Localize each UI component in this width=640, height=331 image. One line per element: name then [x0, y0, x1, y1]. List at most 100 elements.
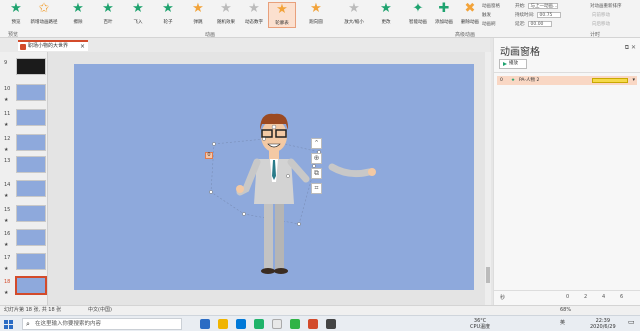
slide-thumbnail[interactable]: 9	[4, 58, 46, 80]
character-illustration[interactable]	[74, 64, 474, 290]
slide-count: 幻灯片第 18 张, 共 18 张	[4, 307, 62, 313]
editor-vertical-scrollbar[interactable]	[485, 52, 491, 305]
slide-thumbnail-selected[interactable]: 18 ★	[4, 276, 47, 299]
play-icon	[503, 62, 507, 66]
star-icon: ★	[72, 1, 84, 16]
ime-indicator[interactable]: 英	[560, 320, 565, 326]
effect-zoom-button[interactable]: ★ 放大/缩小	[340, 2, 368, 28]
anim-painter-button[interactable]: 动画刷	[482, 21, 496, 27]
group-advanced-label: 高级动画	[455, 32, 476, 38]
effect-outline-button[interactable]: ★ 轮廓表	[268, 2, 296, 28]
slide-thumbnail[interactable]: 14 ★	[4, 180, 46, 202]
copy-icon[interactable]: ⧉	[311, 168, 322, 179]
windows-taskbar: ⌕ 在这里输入你要搜索的内容 36°C CPU温度 英 22:39 2020/6/2…	[0, 315, 640, 331]
clock[interactable]: 22:39 2020/6/29	[590, 318, 616, 330]
slide-thumbnail[interactable]: 11 ★	[4, 109, 46, 131]
star-icon: ★	[276, 2, 288, 17]
star-icon: ✦	[412, 1, 424, 16]
slide-thumbnail[interactable]: 13	[4, 156, 46, 178]
slide-thumbnail[interactable]: 12 ★	[4, 134, 46, 156]
effect-fly-button[interactable]: ★ 飞入	[124, 2, 152, 28]
slide-thumbnail-panel[interactable]: 9 10 ★ 11 ★ 12 ★ 13 14 ★ 15 ★ 16 ★ 17 ★ 18 ★	[0, 52, 48, 305]
cpu-temp: 36°C CPU温度	[470, 318, 491, 330]
close-icon[interactable]: ✕	[631, 44, 636, 51]
app-window: ★ 预览 ✩ 新增动画路径 ★ 擦除 ★ 百叶 ★ 飞入 ★ 轮子 ★ 弹跳 ★ 随机效果 ★ 动…	[0, 0, 640, 331]
notification-icon[interactable]: ▭	[628, 319, 635, 326]
animation-order-tag[interactable]: 0	[205, 152, 213, 159]
layer-icon[interactable]: ⊕	[311, 153, 322, 164]
delay-input[interactable]: 00.00	[527, 21, 552, 27]
chat-icon[interactable]	[290, 319, 300, 329]
delete-animation-button[interactable]: ✖ 删除动画	[456, 2, 484, 28]
thumbnail-image	[16, 205, 46, 222]
scrollbar-thumb[interactable]	[486, 267, 490, 283]
timing-bar[interactable]	[592, 78, 628, 83]
app-icon[interactable]	[326, 319, 336, 329]
mail-icon[interactable]	[272, 319, 282, 329]
effect-blinds-button[interactable]: ★ 百叶	[94, 2, 122, 28]
document-tab[interactable]: 职场小物的大世界 ×	[18, 40, 88, 51]
preview-button[interactable]: ★ 预览	[2, 2, 30, 28]
delete-star-icon: ✖	[464, 1, 476, 16]
slide-thumbnail[interactable]: 17 ★	[4, 253, 46, 275]
anim-pane-toggle[interactable]: 动画窗格	[482, 3, 500, 9]
change-effect-button[interactable]: ★ 更改	[372, 2, 400, 28]
effect-random-button[interactable]: ★ 随机效果	[212, 2, 240, 28]
slide-thumbnail[interactable]: 10 ★	[4, 84, 46, 106]
start-select[interactable]: 与上一动画...	[527, 3, 558, 9]
slide-thumbnail[interactable]: 15 ★	[4, 205, 46, 227]
play-button[interactable]: 播放	[499, 59, 527, 69]
edge-icon[interactable]	[236, 319, 246, 329]
star-icon: ★	[310, 1, 322, 16]
thumbnail-image	[15, 276, 47, 295]
animation-pane: 动画窗格 ⧉ ✕ 播放 0 ★ PA-人物 2 ▾ 秒 0 2 4 6	[493, 38, 640, 305]
star-icon: ★	[192, 1, 204, 16]
thumbnail-image	[16, 134, 46, 151]
group-timing-label: 计时	[590, 32, 601, 38]
animation-list-item[interactable]: 0 ★ PA-人物 2 ▾	[497, 76, 637, 85]
smart-animation-button[interactable]: ✦ 智能动画	[404, 2, 432, 28]
effect-run-button[interactable]: ★ 跑向圆	[302, 2, 330, 28]
effect-bounce-button[interactable]: ★ 弹跳	[184, 2, 212, 28]
trigger-button[interactable]: 触发	[482, 12, 491, 18]
star-icon: ★	[220, 1, 232, 16]
duration-input[interactable]: 00.75	[536, 12, 561, 18]
chevron-down-icon[interactable]: ▾	[632, 76, 635, 85]
effect-wheel-button[interactable]: ★ 轮子	[154, 2, 182, 28]
effect-number-button[interactable]: ★ 动态数字	[240, 2, 268, 28]
move-later-button[interactable]: 向后移动	[592, 21, 610, 27]
language-status[interactable]: 中文(中国)	[88, 306, 112, 315]
pane-controls: ⧉ ✕	[625, 44, 636, 52]
effect-wipe-button[interactable]: ★ 擦除	[64, 2, 92, 28]
move-earlier-button[interactable]: 向前移动	[592, 12, 610, 18]
custom-path-button[interactable]: ✩ 新增动画路径	[30, 2, 58, 28]
thumbnail-image	[16, 253, 46, 270]
document-tab-bar: 职场小物的大世界 ×	[0, 38, 490, 52]
thumbnail-image	[16, 229, 46, 246]
ribbon-group-labels: 预览 动画 高级动画 计时	[0, 31, 640, 38]
group-animation-label: 动画	[205, 32, 216, 38]
status-bar: 幻灯片第 18 张, 共 18 张 中文(中国) 68%	[0, 305, 640, 315]
taskbar-search-input[interactable]: ⌕ 在这里输入你要搜索的内容	[22, 318, 182, 330]
slide-thumbnail[interactable]: 16 ★	[4, 229, 46, 251]
wps-icon[interactable]	[308, 319, 318, 329]
pane-timeline: 秒 0 2 4 6	[494, 290, 640, 305]
windows-start-icon[interactable]	[4, 320, 13, 329]
wechat-icon[interactable]	[254, 319, 264, 329]
pane-toolbar: 播放	[494, 56, 640, 73]
reorder-label: 对动画重新排序	[590, 4, 622, 9]
ppt-file-icon	[20, 44, 26, 50]
star-icon: ★	[248, 1, 260, 16]
task-view-icon[interactable]	[200, 319, 210, 329]
close-tab-icon[interactable]: ×	[80, 42, 85, 51]
crop-icon[interactable]: ⌗	[311, 183, 322, 194]
add-animation-button[interactable]: ✚ 添加动画	[430, 2, 458, 28]
file-explorer-icon[interactable]	[218, 319, 228, 329]
restore-icon[interactable]: ⧉	[625, 44, 629, 51]
slide-canvas[interactable]: 0	[74, 64, 474, 290]
star-icon: ★	[102, 1, 114, 16]
thumbnail-image	[16, 156, 46, 173]
collapse-icon[interactable]: ⌃	[311, 138, 322, 149]
group-preview-label: 预览	[8, 32, 19, 38]
zoom-level[interactable]: 68%	[560, 306, 571, 315]
